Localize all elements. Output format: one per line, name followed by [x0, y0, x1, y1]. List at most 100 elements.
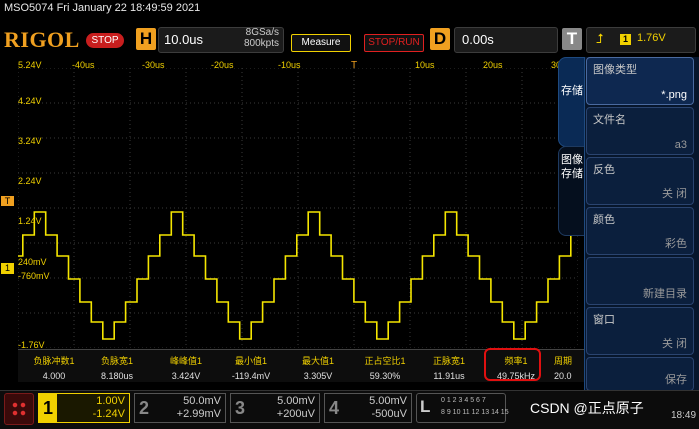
ch1-button[interactable]: 1 1.00V -1.24V [38, 393, 130, 423]
measurement-item[interactable]: 最大值1 3.305V [286, 350, 350, 381]
measurement-name: 最大值1 [301, 356, 334, 366]
rising-edge-icon: ⮥ [596, 31, 604, 46]
item-label: 图像类型 [593, 64, 637, 76]
item-label: 颜色 [593, 214, 615, 226]
color-item[interactable]: 颜色 彩色 [586, 207, 694, 255]
clock: 18:49 [671, 410, 697, 421]
ch1-offset: -1.24V [92, 408, 125, 420]
run-state-badge[interactable]: STOP [86, 33, 124, 48]
memory-depth: 800kpts [243, 38, 279, 49]
item-value: 新建目录 [643, 288, 687, 300]
measurement-name: 正占空比1 [364, 356, 406, 366]
measurement-value: 59.30% [369, 371, 401, 381]
ch2-button[interactable]: 2 50.0mV +2.99mV [134, 393, 226, 423]
ch2-scale: 50.0mV [183, 395, 221, 407]
y-label: 3.24V [18, 136, 42, 146]
ch4-button[interactable]: 4 5.00mV -500uV [324, 393, 412, 423]
logic-analyzer-button[interactable]: L 0 1 2 3 4 5 6 7 8 9 10 11 12 13 14 15 [416, 393, 509, 423]
timebase-value: 10.0us [164, 32, 204, 47]
ch1-offset-marker[interactable]: 1 [1, 263, 14, 274]
tab-image-storage[interactable]: 图像存储 [558, 146, 586, 236]
logic-row-1: 0 1 2 3 4 5 6 7 [441, 397, 486, 404]
tab-label: 图像存储 [561, 154, 583, 180]
ch3-scale: 5.00mV [277, 395, 315, 407]
measurement-name: 负脉冲数1 [33, 356, 75, 366]
trigger-position-marker[interactable]: T [351, 60, 359, 71]
tab-storage[interactable]: 存储 [558, 57, 586, 147]
measurement-value: 3.305V [303, 371, 333, 381]
measurement-item[interactable]: 周期 20.0 [554, 350, 586, 381]
stop-run-button[interactable]: STOP/RUN [364, 34, 424, 52]
horizontal-h-icon[interactable]: H [136, 28, 156, 50]
x-label: -30us [142, 60, 165, 70]
trigger-source-badge: 1 [620, 34, 631, 45]
measurement-item[interactable]: 正脉宽1 11.91us [417, 350, 481, 381]
measurement-value: 11.91us [433, 371, 465, 381]
ch2-number: 2 [138, 398, 149, 418]
main-menu-button[interactable] [4, 393, 34, 425]
waveform-grid[interactable] [18, 68, 578, 348]
ch3-number: 3 [234, 398, 245, 418]
filename-item[interactable]: 文件名 a3 [586, 107, 694, 155]
window-item[interactable]: 窗口 关 闭 [586, 307, 694, 355]
measurement-value: 4.000 [42, 371, 66, 381]
item-value: 关 闭 [661, 188, 687, 200]
rigol-logo: RIGOL [4, 27, 80, 52]
y-label: 1.24V [18, 216, 42, 226]
measurement-name: 峰峰值1 [169, 356, 202, 366]
measurement-name: 正脉宽1 [432, 356, 465, 366]
ch4-scale: 5.00mV [369, 395, 407, 407]
x-label: 20us [483, 60, 503, 70]
frequency-highlight-box [484, 348, 541, 381]
ch1-scale: 1.00V [96, 395, 125, 407]
y-label: 2.24V [18, 176, 42, 186]
y-label: 4.24V [18, 96, 42, 106]
logic-letter: L [420, 397, 431, 416]
item-label: 反色 [593, 164, 615, 176]
trigger-level: 1.76V [637, 32, 666, 44]
measurement-item[interactable]: 负脉冲数1 4.000 [22, 350, 86, 381]
y-label: -760mV [18, 271, 50, 281]
logic-row-2: 8 9 10 11 12 13 14 15 [441, 409, 509, 416]
ch3-button[interactable]: 3 5.00mV +200uV [230, 393, 320, 423]
ch3-offset: +200uV [276, 408, 315, 420]
delay-d-icon[interactable]: D [430, 28, 450, 50]
new-folder-item[interactable]: 新建目录 [586, 257, 694, 305]
item-label: 窗口 [593, 314, 615, 326]
sample-rate: 8GSa/s [245, 27, 279, 38]
measurement-item[interactable]: 峰峰值1 3.424V [154, 350, 218, 381]
measurement-value: -119.4mV [231, 371, 271, 381]
x-label: -10us [278, 60, 301, 70]
ch4-offset: -500uV [371, 408, 407, 420]
item-value: 彩色 [665, 238, 687, 250]
invert-item[interactable]: 反色 关 闭 [586, 157, 694, 205]
item-value: *.png [661, 89, 687, 101]
ch4-number: 4 [328, 398, 339, 418]
measurement-item[interactable]: 负脉宽1 8.180us [85, 350, 149, 381]
window-title: MSO5074 Fri January 22 18:49:59 2021 [4, 2, 201, 14]
x-label: -20us [211, 60, 234, 70]
watermark: CSDN @正点原子 [530, 400, 644, 416]
ch2-offset: +2.99mV [176, 408, 221, 420]
measurement-item[interactable]: 正占空比1 59.30% [353, 350, 417, 381]
measurement-item[interactable]: 最小值1 -119.4mV [219, 350, 283, 381]
measurement-value: 8.180us [100, 371, 134, 381]
image-type-item[interactable]: 图像类型 *.png [586, 57, 694, 105]
x-label: -40us [72, 60, 95, 70]
ch1-waveform [18, 211, 578, 340]
measure-button[interactable]: Measure [291, 34, 351, 52]
trigger-t-icon[interactable]: T [562, 28, 582, 50]
measurement-value: 3.424V [171, 371, 201, 381]
x-label: 10us [415, 60, 435, 70]
trigger-level-marker[interactable]: T [1, 196, 14, 206]
grid-menu-icon [11, 401, 27, 417]
save-item[interactable]: 保存 [586, 357, 694, 391]
item-value: 保存 [665, 374, 687, 386]
measurement-name: 最小值1 [234, 356, 267, 366]
y-label: 240mV [18, 257, 47, 267]
delay-value: 0.00s [462, 32, 494, 47]
tab-label: 存储 [561, 85, 583, 97]
y-label: 5.24V [18, 60, 42, 70]
measurement-value: 20.0 [554, 371, 572, 381]
measurement-name: 周期 [554, 356, 573, 366]
